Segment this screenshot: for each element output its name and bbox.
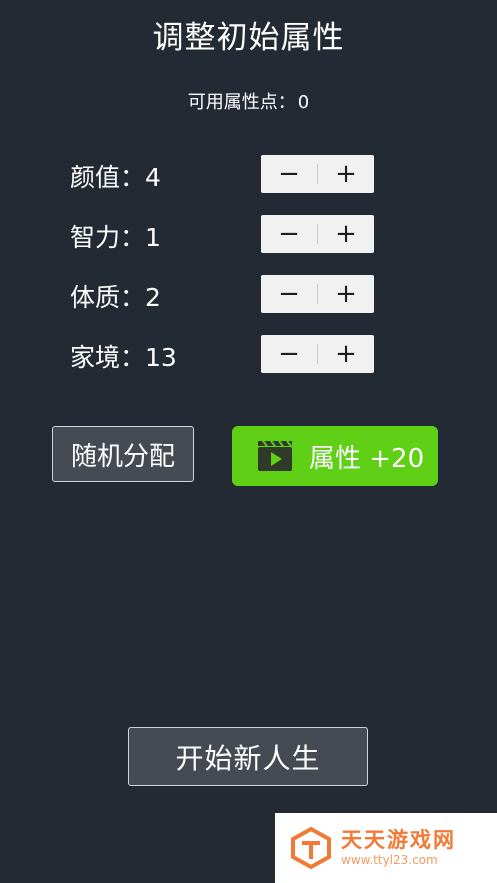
attribute-row-constitution: 体质：2 − + <box>70 274 380 314</box>
attribute-label: 家境：13 <box>70 338 177 374</box>
attribute-name: 体质： <box>70 283 146 312</box>
watermark-name: 天天游戏网 <box>341 828 456 852</box>
attribute-value: 13 <box>145 343 177 372</box>
start-new-life-button[interactable]: 开始新人生 <box>128 727 368 786</box>
watch-ad-bonus-button[interactable]: 属性 +20 <box>232 426 438 486</box>
watch-ad-label: 属性 +20 <box>309 443 425 474</box>
site-watermark: 天天游戏网 www.ttyl23.com <box>275 813 497 883</box>
decrement-button[interactable]: − <box>261 335 317 373</box>
available-points: 可用属性点： 0 <box>0 88 497 114</box>
attribute-stepper: − + <box>261 335 374 373</box>
attribute-value: 1 <box>145 223 161 252</box>
attribute-name: 智力： <box>70 223 146 252</box>
attribute-label: 体质：2 <box>70 278 161 314</box>
increment-button[interactable]: + <box>318 155 374 193</box>
attribute-stepper: − + <box>261 215 374 253</box>
watermark-url: www.ttyl23.com <box>341 853 438 867</box>
available-points-value: 0 <box>297 92 310 113</box>
increment-button[interactable]: + <box>318 215 374 253</box>
increment-button[interactable]: + <box>318 275 374 313</box>
attribute-row-appearance: 颜值：4 − + <box>70 154 380 194</box>
attribute-name: 颜值： <box>70 163 146 192</box>
decrement-button[interactable]: − <box>261 215 317 253</box>
attribute-stepper: − + <box>261 155 374 193</box>
increment-button[interactable]: + <box>318 335 374 373</box>
attribute-label: 智力：1 <box>70 218 161 254</box>
attribute-row-intelligence: 智力：1 − + <box>70 214 380 254</box>
attribute-name: 家境： <box>70 343 146 372</box>
attribute-value: 2 <box>145 283 161 312</box>
watermark-text: 天天游戏网 www.ttyl23.com <box>341 828 456 868</box>
site-logo-icon <box>291 826 331 870</box>
page-title: 调整初始属性 <box>152 20 345 56</box>
decrement-button[interactable]: − <box>261 155 317 193</box>
video-play-icon <box>258 440 292 471</box>
random-allocate-button[interactable]: 随机分配 <box>52 426 194 482</box>
attribute-stepper: − + <box>261 275 374 313</box>
attribute-value: 4 <box>145 163 161 192</box>
attribute-row-family: 家境：13 − + <box>70 334 380 374</box>
available-points-label: 可用属性点： <box>187 92 296 113</box>
decrement-button[interactable]: − <box>261 275 317 313</box>
attribute-label: 颜值：4 <box>70 158 161 194</box>
